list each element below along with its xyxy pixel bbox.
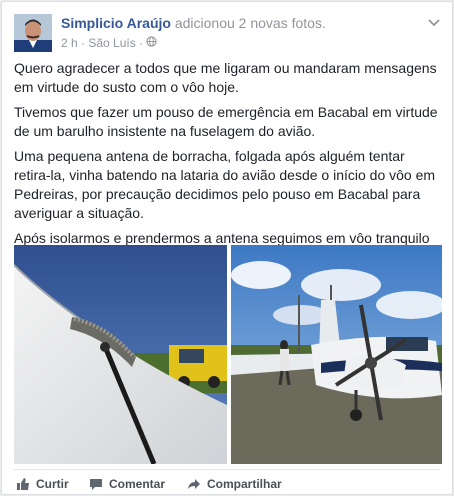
post-action-bar: Curtir Comentar Compartilhar (14, 469, 440, 495)
post-timestamp[interactable]: 2 h (61, 36, 78, 50)
chevron-down-icon[interactable] (426, 14, 442, 30)
post-paragraph: Tivemos que fazer um pouso de emergência… (14, 104, 438, 139)
share-label: Compartilhar (207, 477, 282, 491)
meta-separator: · (139, 35, 144, 50)
post-text: Quero agradecer a todos que me ligaram o… (14, 59, 440, 273)
post-photo-antenna[interactable] (14, 245, 227, 464)
post-meta: 2 h · São Luís · (61, 35, 158, 50)
post-action-text: adicionou 2 novas fotos. (174, 15, 326, 31)
comment-icon (90, 479, 102, 490)
globe-icon[interactable] (146, 36, 158, 50)
comment-label: Comentar (109, 477, 166, 491)
post-paragraph: Uma pequena antena de borracha, folgada … (14, 148, 436, 221)
post-card: Simplicio Araújo adicionou 2 novas fotos… (1, 1, 453, 495)
post-paragraph: Quero agradecer a todos que me ligaram o… (14, 60, 437, 95)
post-location[interactable]: São Luís (88, 36, 135, 50)
avatar[interactable] (14, 14, 52, 52)
post-header: Simplicio Araújo adicionou 2 novas fotos… (61, 15, 326, 31)
author-name[interactable]: Simplicio Araújo (61, 15, 171, 31)
comment-button[interactable]: Comentar (89, 477, 165, 491)
share-arrow-icon (188, 479, 200, 489)
like-button[interactable]: Curtir (16, 477, 69, 491)
post-photo-airplane[interactable] (231, 245, 442, 464)
like-label: Curtir (36, 477, 69, 491)
thumbs-up-icon (17, 478, 29, 490)
share-button[interactable]: Compartilhar (187, 477, 282, 491)
meta-separator: · (81, 35, 86, 50)
